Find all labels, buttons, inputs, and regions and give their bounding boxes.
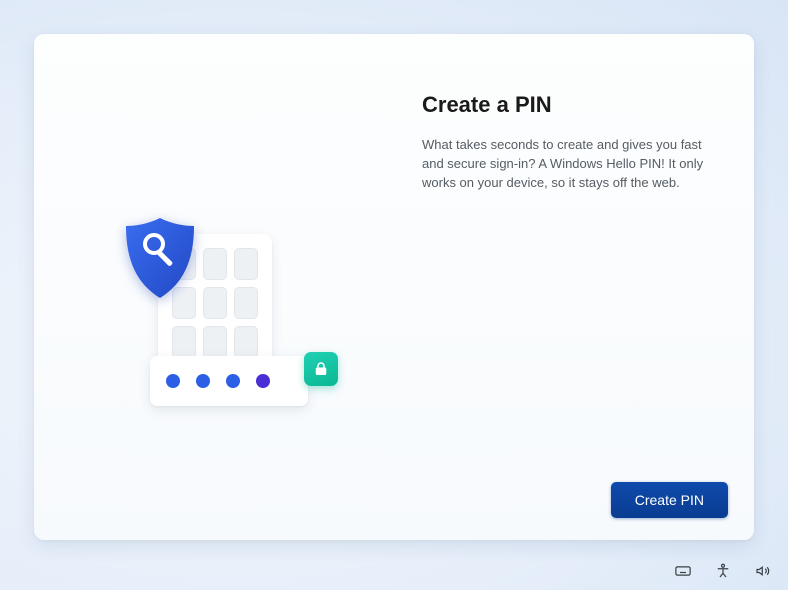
hero-illustration [106,216,366,426]
pin-entry-strip [150,356,308,406]
keypad-key [234,326,258,358]
secure-badge [304,352,338,386]
pin-dot [196,374,210,388]
keypad-key [234,287,258,319]
accessibility-icon[interactable] [712,560,734,582]
pin-dot [256,374,270,388]
keypad-key [172,326,196,358]
keypad-key [203,287,227,319]
pin-dot [166,374,180,388]
keyboard-icon[interactable] [672,560,694,582]
system-tray [672,560,774,582]
page-body: What takes seconds to create and gives y… [422,136,718,193]
pin-dot [226,374,240,388]
content-area: Create a PIN What takes seconds to creat… [422,92,718,193]
keypad-key [203,248,227,280]
oobe-card: Create a PIN What takes seconds to creat… [34,34,754,540]
shield-icon [120,214,200,302]
keypad-key [234,248,258,280]
create-pin-button[interactable]: Create PIN [611,482,728,518]
keypad-key [203,326,227,358]
page-title: Create a PIN [422,92,718,118]
volume-icon[interactable] [752,560,774,582]
